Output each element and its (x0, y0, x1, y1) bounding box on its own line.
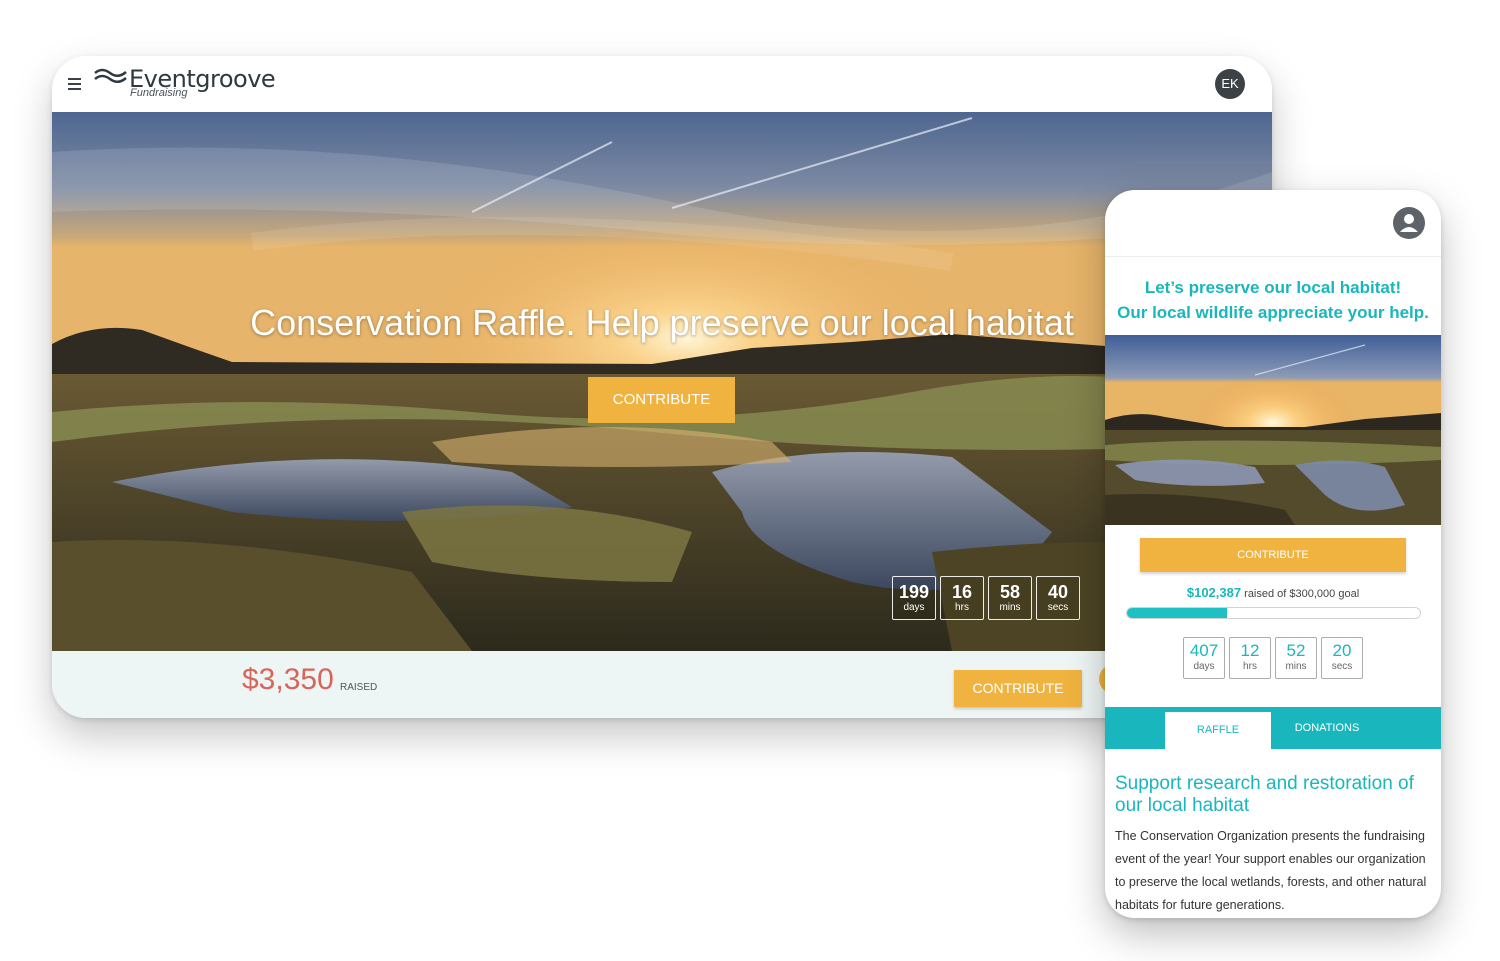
mobile-countdown-minutes-label: mins (1285, 661, 1307, 672)
hero-title: Conservation Raffle. Help preserve our l… (250, 302, 1074, 343)
wetland-sunset-thumbnail (1105, 335, 1441, 525)
mobile-countdown-seconds: 20 secs (1321, 637, 1363, 679)
tab-raffle[interactable]: RAFFLE (1165, 712, 1271, 749)
countdown-hours: 16 hrs (940, 576, 984, 620)
mobile-countdown-minutes: 52 mins (1275, 637, 1317, 679)
mobile-device-frame: Let’s preserve our local habitat! Our lo… (1105, 190, 1441, 918)
raised-amount: $3,350 (242, 663, 334, 696)
mobile-countdown-seconds-value: 20 (1332, 641, 1352, 660)
raised-footer-bar: $3,350 RAISED CONTRIBUTE (52, 651, 1272, 718)
mobile-raised-amount: $102,387 (1186, 585, 1242, 600)
countdown-minutes: 58 mins (988, 576, 1032, 620)
mobile-headline: Let’s preserve our local habitat! Our lo… (1105, 275, 1441, 325)
countdown-hours-value: 16 (951, 582, 973, 602)
countdown-seconds-value: 40 (1047, 582, 1069, 602)
countdown-hours-label: hrs (955, 602, 969, 613)
desktop-countdown: 199 days 16 hrs 58 mins 40 secs (892, 576, 1080, 620)
user-avatar[interactable]: EK (1215, 69, 1245, 99)
section-title: Support research and restoration of our … (1115, 773, 1414, 816)
countdown-days-label: days (903, 602, 925, 613)
mobile-tab-bar: RAFFLE DONATIONS (1105, 707, 1441, 749)
countdown-days-value: 199 (898, 582, 930, 602)
desktop-header: Eventgroove Fundraising EK (52, 56, 1272, 112)
desktop-device-frame: Eventgroove Fundraising EK Conservation … (52, 56, 1272, 718)
raised-label: RAISED (340, 682, 378, 693)
countdown-seconds: 40 secs (1036, 576, 1080, 620)
hero-contribute-button[interactable]: CONTRIBUTE (588, 377, 735, 423)
countdown-days: 199 days (892, 576, 936, 620)
brand-subtitle: Fundraising (130, 87, 188, 99)
mobile-raised-summary: $102,387 raised of $300,000 goal (1105, 585, 1441, 600)
tab-donations[interactable]: DONATIONS (1271, 707, 1383, 749)
footer-contribute-button[interactable]: CONTRIBUTE (954, 670, 1082, 707)
countdown-seconds-label: secs (1047, 602, 1069, 613)
headline-line-2: Our local wildlife appreciate your help. (1117, 303, 1429, 322)
mobile-countdown-hours-label: hrs (1243, 661, 1257, 672)
progress-fill (1127, 608, 1227, 618)
mobile-raised-text: raised of $300,000 goal (1244, 588, 1360, 600)
mobile-countdown-hours: 12 hrs (1229, 637, 1271, 679)
person-icon (1400, 214, 1418, 232)
section-body: The Conservation Organization presents t… (1115, 829, 1427, 912)
countdown-minutes-label: mins (999, 602, 1021, 613)
mobile-countdown-minutes-value: 52 (1286, 641, 1306, 660)
hamburger-menu-icon[interactable] (68, 78, 81, 90)
mobile-countdown-days: 407 days (1183, 637, 1225, 679)
mobile-countdown-seconds-label: secs (1331, 661, 1353, 672)
countdown-minutes-value: 58 (999, 582, 1021, 602)
user-profile-icon[interactable] (1393, 207, 1425, 239)
headline-line-1: Let’s preserve our local habitat! (1144, 278, 1402, 297)
mobile-countdown-days-label: days (1193, 661, 1215, 672)
mobile-contribute-button[interactable]: CONTRIBUTE (1140, 538, 1406, 572)
mobile-countdown: 407 days 12 hrs 52 mins 20 secs (1183, 637, 1363, 679)
logo-wave-icon (94, 68, 127, 83)
mobile-header (1105, 190, 1441, 257)
mobile-hero-image (1105, 335, 1441, 525)
mobile-countdown-days-value: 407 (1189, 641, 1219, 660)
mobile-countdown-hours-value: 12 (1240, 641, 1260, 660)
hero-banner: Conservation Raffle. Help preserve our l… (52, 112, 1272, 651)
fundraising-progress-bar (1126, 607, 1421, 619)
